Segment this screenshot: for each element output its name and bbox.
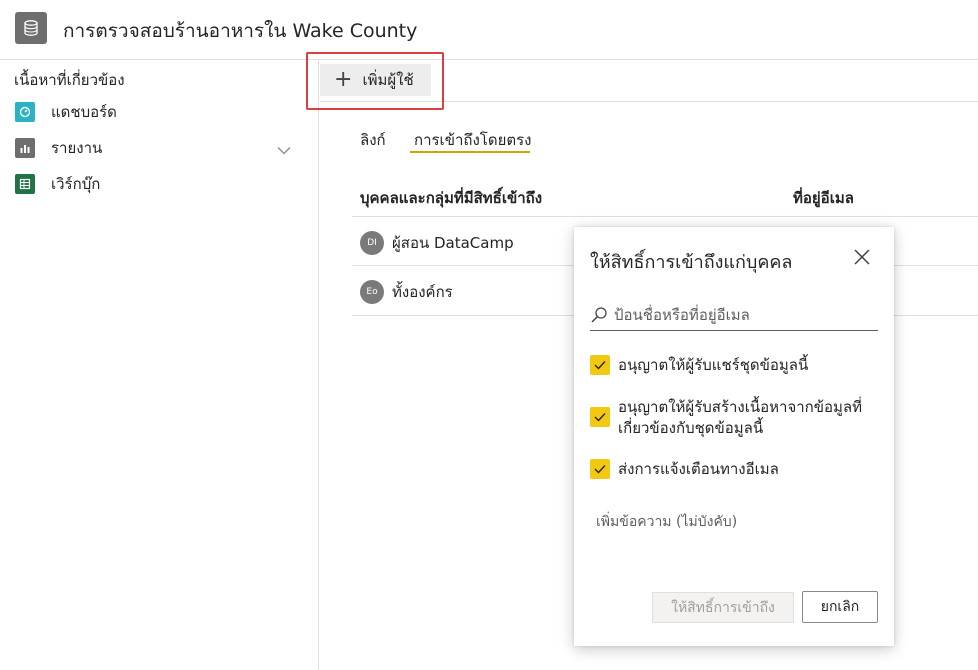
related-content-heading: เนื้อหาที่เกี่ยวข้อง bbox=[14, 71, 125, 89]
highlight-annotation bbox=[306, 52, 444, 110]
sidebar-item-report[interactable]: รายงาน bbox=[15, 136, 305, 160]
email-notification-checkbox[interactable]: ส่งการแจ้งเตือนทางอีเมล bbox=[590, 459, 779, 480]
dashboard-icon bbox=[15, 102, 35, 122]
report-icon bbox=[15, 138, 35, 158]
column-header-email: ที่อยู่อีเมล bbox=[793, 189, 854, 207]
tab-direct-access[interactable]: การเข้าถึงโดยตรง bbox=[414, 128, 531, 152]
tab-link[interactable]: ลิงก์ bbox=[360, 128, 386, 152]
divider bbox=[352, 216, 978, 217]
table-row[interactable]: DI ผู้สอน DataCamp bbox=[360, 230, 514, 256]
checkbox-label: อนุญาตให้ผู้รับสร้างเนื้อหาจากข้อมูลที่เ… bbox=[618, 398, 862, 437]
active-tab-indicator bbox=[410, 151, 530, 153]
close-icon[interactable] bbox=[852, 247, 872, 267]
avatar: Eo bbox=[360, 280, 384, 304]
grant-access-dialog: ให้สิทธิ์การเข้าถึงแก่บุคคล อนุญาตให้ผู้… bbox=[574, 227, 894, 646]
checkbox-label: อนุญาตให้ผู้รับแชร์ชุดข้อมูลนี้ bbox=[618, 356, 809, 374]
sidebar-item-label: เวิร์กบุ๊ก bbox=[51, 175, 101, 193]
share-dataset-checkbox[interactable]: อนุญาตให้ผู้รับแชร์ชุดข้อมูลนี้ bbox=[590, 355, 808, 376]
sidebar-item-label: รายงาน bbox=[51, 139, 103, 157]
avatar: DI bbox=[360, 231, 384, 255]
sidebar-item-label: แดชบอร์ด bbox=[51, 103, 117, 121]
build-content-checkbox[interactable]: อนุญาตให้ผู้รับสร้างเนื้อหาจากข้อมูลที่เ… bbox=[590, 397, 880, 439]
column-header-people: บุคคลและกลุ่มที่มีสิทธิ์เข้าถึง bbox=[360, 189, 543, 207]
sidebar-item-workbook[interactable]: เวิร์กบุ๊ก bbox=[15, 172, 305, 196]
table-row[interactable]: Eo ทั้งองค์กร bbox=[360, 279, 453, 305]
app-header: การตรวจสอบร้านอาหารใน Wake County bbox=[0, 0, 978, 60]
grant-access-button[interactable]: ให้สิทธิ์การเข้าถึง bbox=[652, 592, 794, 623]
checkmark-icon bbox=[590, 355, 610, 375]
sidebar-item-dashboard[interactable]: แดชบอร์ด bbox=[15, 100, 305, 124]
checkmark-icon bbox=[590, 459, 610, 479]
checkbox-label: ส่งการแจ้งเตือนทางอีเมล bbox=[618, 460, 779, 478]
dialog-title: ให้สิทธิ์การเข้าถึงแก่บุคคล bbox=[590, 252, 793, 273]
search-field bbox=[590, 299, 878, 331]
workbook-icon bbox=[15, 174, 35, 194]
row-name: ผู้สอน DataCamp bbox=[392, 234, 514, 252]
row-name: ทั้งองค์กร bbox=[392, 283, 453, 301]
chevron-down-icon[interactable] bbox=[277, 141, 291, 159]
page-title: การตรวจสอบร้านอาหารใน Wake County bbox=[63, 20, 418, 42]
search-input[interactable] bbox=[614, 301, 869, 328]
cancel-button[interactable]: ยกเลิก bbox=[802, 591, 878, 623]
message-input[interactable]: เพิ่มข้อความ (ไม่บังคับ) bbox=[596, 511, 876, 535]
checkmark-icon bbox=[590, 407, 610, 427]
related-content-panel: เนื้อหาที่เกี่ยวข้อง แดชบอร์ด รายงาน เวิ… bbox=[0, 60, 319, 670]
search-icon bbox=[590, 306, 608, 324]
dataset-icon bbox=[15, 12, 47, 44]
